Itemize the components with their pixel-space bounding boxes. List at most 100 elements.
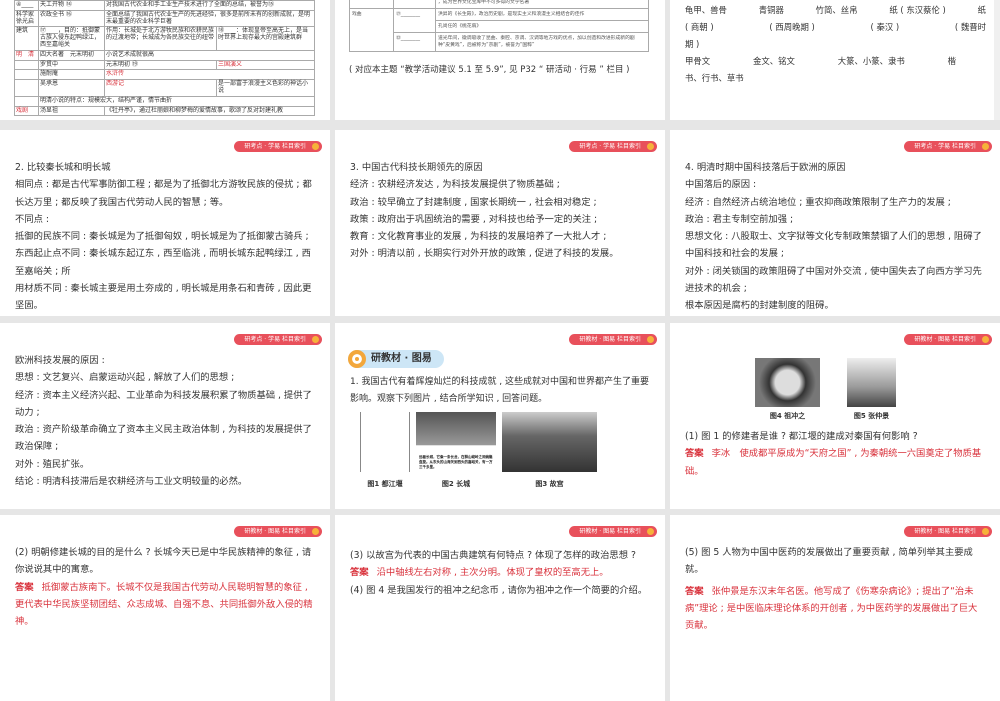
column-index-badge[interactable]: 研考点 · 学易 栏目索引 <box>569 141 657 152</box>
slide-question-5[interactable]: 研教材 · 图易 栏目索引 (5) 图 5 人物为中国中医药的发展做出了重要贡献… <box>670 515 1000 701</box>
cell: 建筑 <box>14 26 39 51</box>
answer: 答案 张仲景是东汉末年名医。他写成了《伤寒杂病论》; 提出了“治未病”理论 ; 是… <box>685 585 978 632</box>
text: 政治 : 资产阶级革命确立了资本主义民主政治体制 , 为科技的发展提供了政治保障… <box>15 424 312 453</box>
cell: ，成为世界文化宝库中不可多得的文学名著 <box>435 0 649 9</box>
cell: ㉒________ <box>393 32 436 52</box>
text: 纸 <box>977 5 986 15</box>
cell: 西游记 <box>104 79 217 97</box>
heading: 3. 中国古代科技长期领先的原因 <box>350 162 483 173</box>
cell: 道光年间，徽调吸收了昆曲、秦腔、京调、汉调等地方戏的优点，加以创造和改进形成新的… <box>435 32 649 52</box>
pin-icon <box>982 336 989 343</box>
slide-europe-reasons[interactable]: 研考点 · 学易 栏目索引 欧洲科技发展的原因 : 思想 : 文艺复兴、启蒙运动… <box>0 323 330 509</box>
cell: 戏曲 <box>349 8 394 52</box>
text: 不同点 : <box>15 213 49 225</box>
photo-image: 远看长城，它像一条长龙，在群山峻岭之间蜿蜒盘旋。从东头的山海关到西头的嘉峪关，有… <box>416 412 496 473</box>
cell: 汤显祖 <box>38 105 105 117</box>
figure-zhang-zhongjing: 图5 张仲景 <box>847 358 896 421</box>
coin-image <box>755 358 820 407</box>
column-index-badge[interactable]: 研教材 · 图易 栏目索引 <box>904 526 992 537</box>
column-index-badge[interactable]: 研考点 · 学易 栏目索引 <box>234 334 322 345</box>
text: 纸 ( 东汉蔡伦 ) <box>889 5 946 15</box>
cell: 小说艺术成就很高 <box>103 49 316 61</box>
cell: ⑰____，目的：抵御蒙古族入侵东起鸭绿江，西至嘉峪关 <box>38 26 105 51</box>
text: 竹简、丝帛 <box>815 5 858 15</box>
cell: 明 清 <box>14 49 39 61</box>
circle-icon <box>348 350 366 368</box>
text: 金文、铭文 <box>753 56 795 66</box>
text: ( 商朝 ) <box>685 22 714 32</box>
pin-icon <box>312 143 319 150</box>
cell: 戏剧 <box>14 105 39 117</box>
text: 楷 <box>947 56 956 66</box>
cell: 科学家 徐光启 <box>14 9 39 28</box>
cell: 作用：长城处于北方游牧民族和农耕民族的过渡地带；长城成为各民族交往的纽带 <box>104 26 217 51</box>
heading: 4. 明清时期中国科技落后于欧洲的原因 <box>685 162 846 173</box>
slide-tech-lead-reasons[interactable]: 研考点 · 学易 栏目索引 3. 中国古代科技长期领先的原因 经济 : 农耕经济… <box>335 130 665 316</box>
slide-figures-1[interactable]: 研教材 · 图易 栏目索引 研教材 · 图易 1. 我国古代有着辉煌灿烂的科技成… <box>335 323 665 509</box>
heading: 2. 比较秦长城和明长城 <box>15 162 111 173</box>
column-index-badge[interactable]: 研教材 · 图易 栏目索引 <box>569 526 657 537</box>
cell: 施耐庵 <box>38 69 105 81</box>
column-index-badge[interactable]: 研考点 · 学易 栏目索引 <box>234 141 322 152</box>
question: (2) 明朝修建长城的目的是什么 ? 长城今天已是中华民族精神的象征 , 请你说… <box>15 547 312 576</box>
cell: 吴承恩 <box>38 79 105 97</box>
text: 用材质不同 : 秦长城主要是用土夯成的 , 明长城是用条石和青砖 , 因此更坚固… <box>15 283 312 312</box>
answer: 答案 抵御蒙古族南下。长城不仅是我国古代劳动人民聪明智慧的象征 , 更代表中华民族… <box>15 581 313 628</box>
text: 期 ) <box>685 39 700 49</box>
pin-icon <box>647 336 654 343</box>
text: 经济 : 自然经济占统治地位 ; 重农抑商政策限制了生产力的发展 ; <box>685 196 951 208</box>
text: 对外 : 殖民扩张。 <box>15 458 90 470</box>
text: 结论 : 明清科技滞后是农耕经济与工业文明较量的必然。 <box>15 476 248 488</box>
pin-icon <box>982 143 989 150</box>
pin-icon <box>647 143 654 150</box>
text: ( 西周晚期 ) <box>769 22 815 32</box>
question: (1) 图 1 的修建者是谁 ? 都江堰的建成对秦国有何影响 ? <box>685 431 918 442</box>
slide-ming-qing-table[interactable]: ④____ 天工开物 ⑭ 对我国古代农业和手工业生产技术进行了全面的总结，被誉为⑮ … <box>0 0 330 120</box>
text: 大篆、小篆、隶书 <box>837 56 905 66</box>
slide-figures-2[interactable]: 研教材 · 图易 栏目索引 图4 祖冲之 图5 张仲景 (1) 图 1 的修建者… <box>670 323 1000 509</box>
cell: 全面总结了我国古代农业生产的先进经验，很多是前所未有的创新成就，是明末最重要的农… <box>103 9 316 28</box>
cell: 水浒传 <box>103 69 316 81</box>
pin-icon <box>982 528 989 535</box>
column-index-badge[interactable]: 研教材 · 图易 栏目索引 <box>234 526 322 537</box>
text: 对外 : 闭关锁国的政策阻碍了中国对外交流 , 使中国失去了向西方学习先进技术的… <box>685 265 982 295</box>
cell: 三国演义 <box>215 59 316 71</box>
text: 经济 : 资本主义经济兴起、工业革命为科技发展积累了物质基础 , 提供了动力 ; <box>15 389 312 418</box>
pin-icon <box>312 528 319 535</box>
column-index-badge[interactable]: 研教材 · 图易 栏目索引 <box>569 334 657 345</box>
slide-question-3-4[interactable]: 研教材 · 图易 栏目索引 (3) 以故宫为代表的中国古典建筑有何特点 ? 体现… <box>335 515 665 701</box>
text: 政治 : 较早确立了封建制度 , 国家长期统一 , 社会相对稳定 ; <box>350 196 597 208</box>
text: 根本原因是腐朽的封建制度的阻碍。 <box>685 300 834 312</box>
pin-icon <box>647 528 654 535</box>
cell: 明清小说的特点：规模宏大，结构严谨，情节曲折 <box>37 95 316 107</box>
question: (4) 图 4 是我国发行的祖冲之纪念币 , 请你为祖冲之作一个简要的介绍。 <box>350 584 648 596</box>
text: 思想文化 : 八股取士、文字狱等文化专制政策禁锢了人们的思想 , 阻碍了中国科技… <box>685 231 982 260</box>
slide-writing-evolution[interactable]: 龟甲、兽骨 青铜器 竹简、丝帛纸 ( 东汉蔡伦 ) 纸 ( 商朝 )( 西周晚期 )(… <box>670 0 1000 120</box>
culture-table: ④____ 天工开物 ⑭ 对我国古代农业和手工业生产技术进行了全面的总结，被誉为⑮ … <box>14 0 316 117</box>
question: 1. 我国古代有着辉煌灿烂的科技成就 , 这些成就对中国和世界都产生了重要影响。… <box>350 377 650 405</box>
slide-great-wall-compare[interactable]: 研考点 · 学易 栏目索引 2. 比较秦长城和明长城 相同点 : 都是古代军事防… <box>0 130 330 316</box>
text: 书、行书、草书 <box>685 73 744 83</box>
activity-note: ( 对应本主题 “教学活动建议 5.1 至 5.9”, 见 P32 “ 研活动 … <box>349 65 630 75</box>
text: ( 秦汉 ) <box>870 22 900 32</box>
section-title: 研教材 · 图易 <box>348 350 444 368</box>
question: (3) 以故宫为代表的中国古典建筑有何特点 ? 体现了怎样的政治思想 ? <box>350 550 636 561</box>
figure-zu-chongzhi: 图4 祖冲之 <box>755 358 820 421</box>
answer: 答案 沿中轴线左右对称 , 主次分明。体现了皇权的至高无上。 <box>350 567 609 579</box>
figure-forbidden-city: 图3 故宫 <box>502 412 597 493</box>
text: 中国落后的原因 : <box>685 179 757 191</box>
pin-icon <box>312 336 319 343</box>
column-index-badge[interactable]: 研教材 · 图易 栏目索引 <box>904 334 992 345</box>
slide-question-2[interactable]: 研教材 · 图易 栏目索引 (2) 明朝修建长城的目的是什么 ? 长城今天已是中… <box>0 515 330 701</box>
text: 抵御的民族不同 : 秦长城是为了抵御匈奴 , 明长城是为了抵御蒙古骑兵 ; 东西… <box>15 231 311 277</box>
portrait-image <box>847 358 896 407</box>
question: (5) 图 5 人物为中国中医药的发展做出了重要贡献 , 简单列举其主要成就。 <box>685 547 973 576</box>
map-image <box>360 412 410 473</box>
column-index-badge[interactable]: 研考点 · 学易 栏目索引 <box>904 141 992 152</box>
heading: 欧洲科技发展的原因 : <box>15 355 105 366</box>
scrollbar[interactable] <box>994 0 1000 120</box>
slide-tech-lag-reasons[interactable]: 研考点 · 学易 栏目索引 4. 明清时期中国科技落后于欧洲的原因 中国落后的原… <box>670 130 1000 316</box>
text: 政治 : 君主专制空前加强 ; <box>685 213 794 225</box>
slide-drama-table[interactable]: ，成为世界文化宝库中不可多得的文学名著 戏曲 ㉑________ 洪昇的《长生殿》，… <box>335 0 665 120</box>
text: 对外 : 明清以前 , 长期实行对外开放的政策 , 促进了科技的发展。 <box>350 248 619 260</box>
